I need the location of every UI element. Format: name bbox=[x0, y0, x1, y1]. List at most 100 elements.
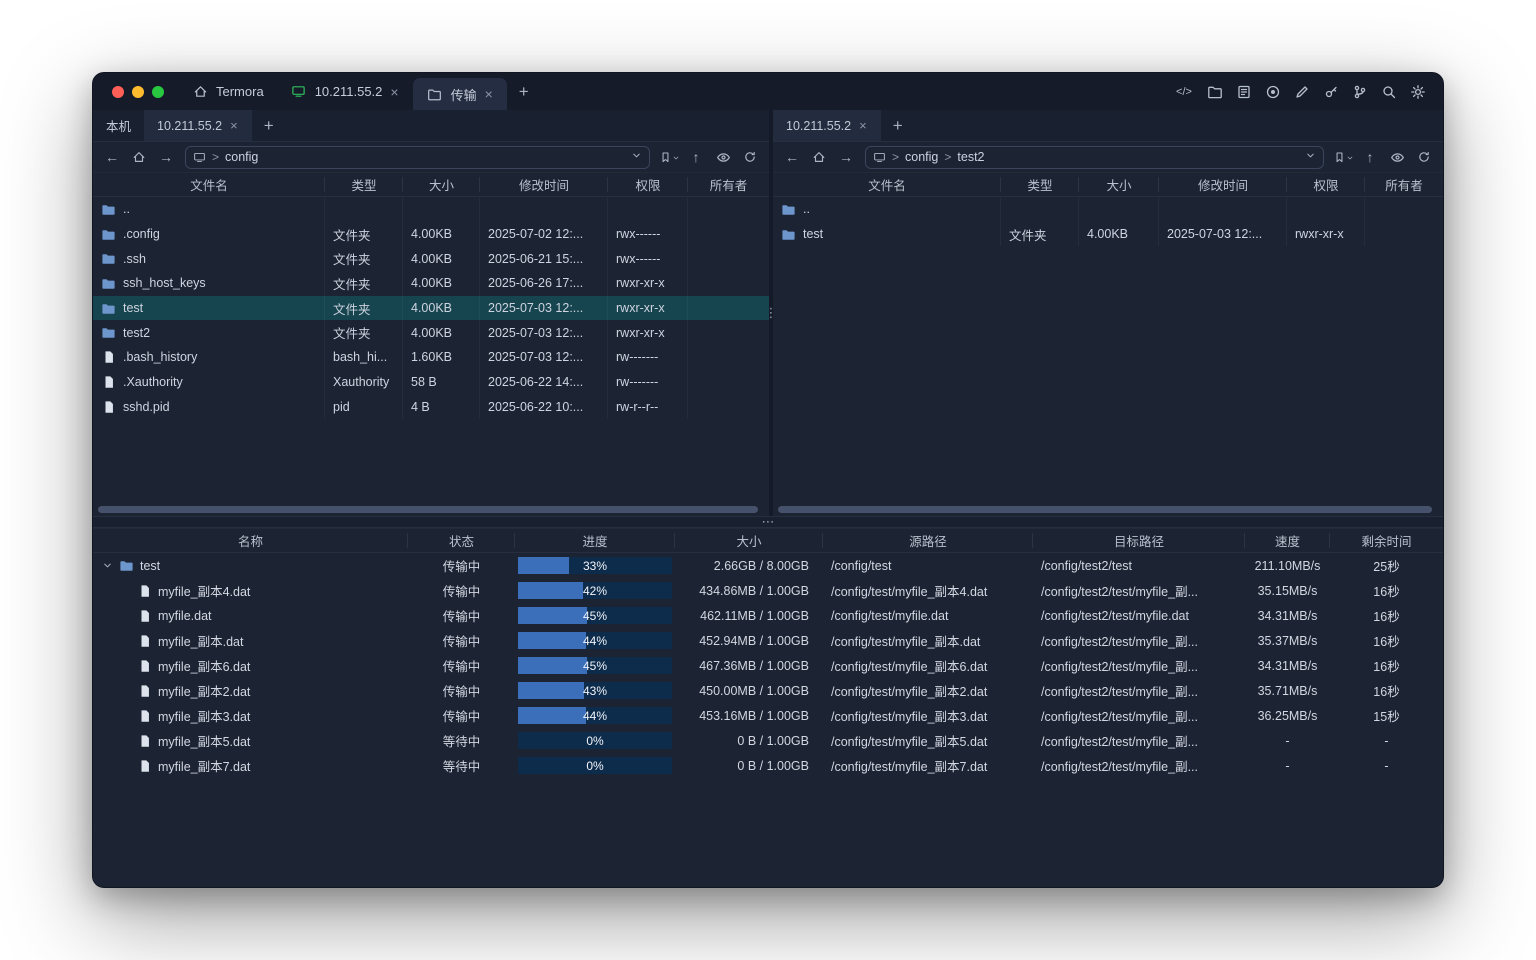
refresh-button[interactable] bbox=[1412, 146, 1436, 168]
left-path-breadcrumb[interactable]: > config bbox=[185, 146, 650, 169]
settings-gear-icon[interactable] bbox=[1409, 83, 1427, 101]
tab-remote-host[interactable]: 10.211.55.2 × bbox=[144, 110, 252, 141]
column-header-eta[interactable]: 剩余时间 bbox=[1330, 529, 1443, 552]
new-pane-tab-button[interactable]: + bbox=[881, 110, 915, 141]
column-header-name[interactable]: 文件名 bbox=[773, 173, 1001, 196]
git-branch-icon[interactable] bbox=[1351, 83, 1369, 101]
key-icon[interactable] bbox=[1322, 83, 1340, 101]
close-icon[interactable]: × bbox=[389, 85, 399, 99]
transfer-row[interactable]: test 传输中 33% 2.66GB / 8.00GB /config/tes… bbox=[93, 553, 1443, 578]
tab-host-10-211-55-2[interactable]: 10.211.55.2 × bbox=[277, 73, 413, 110]
tab-local[interactable]: 本机 bbox=[93, 110, 144, 141]
log-icon[interactable] bbox=[1235, 83, 1253, 101]
up-directory-button[interactable]: ↑ bbox=[1358, 146, 1382, 168]
column-header-mtime[interactable]: 修改时间 bbox=[1159, 173, 1287, 196]
transfer-row[interactable]: myfile_副本.dat 传输中 44% 452.94MB / 1.00GB … bbox=[93, 628, 1443, 653]
right-path-breadcrumb[interactable]: > config > test2 bbox=[865, 146, 1324, 169]
tab-termora-home[interactable]: Termora bbox=[178, 73, 277, 110]
file-row[interactable]: test2 文件夹 4.00KB 2025-07-03 12:... rwxr-… bbox=[93, 320, 769, 345]
forward-button[interactable]: → bbox=[834, 146, 858, 168]
transfer-row[interactable]: myfile_副本4.dat 传输中 42% 434.86MB / 1.00GB… bbox=[93, 578, 1443, 603]
collapse-chevron-icon[interactable] bbox=[101, 560, 113, 572]
file-row[interactable]: .. bbox=[93, 197, 769, 222]
column-header-target[interactable]: 目标路径 bbox=[1033, 529, 1245, 552]
column-header-status[interactable]: 状态 bbox=[408, 529, 515, 552]
horizontal-splitter[interactable]: ⋯ bbox=[93, 516, 1443, 528]
transfer-row[interactable]: myfile_副本7.dat 等待中 0% 0 B / 1.00GB /conf… bbox=[93, 753, 1443, 778]
edit-icon[interactable] bbox=[1293, 83, 1311, 101]
forward-button[interactable]: → bbox=[154, 146, 178, 168]
column-header-size[interactable]: 大小 bbox=[1079, 173, 1159, 196]
home-button[interactable] bbox=[807, 146, 831, 168]
back-button[interactable]: ← bbox=[100, 146, 124, 168]
transfer-row[interactable]: myfile_副本6.dat 传输中 45% 467.36MB / 1.00GB… bbox=[93, 653, 1443, 678]
breadcrumb-segment[interactable]: config bbox=[905, 150, 938, 164]
file-row[interactable]: .. bbox=[773, 197, 1443, 222]
file-row[interactable]: sshd.pid pid 4 B 2025-06-22 10:... rw-r-… bbox=[93, 395, 769, 420]
file-row[interactable]: .bash_history bash_hi... 1.60KB 2025-07-… bbox=[93, 345, 769, 370]
up-directory-button[interactable]: ↑ bbox=[684, 146, 708, 168]
column-header-progress[interactable]: 进度 bbox=[515, 529, 675, 552]
column-header-mtime[interactable]: 修改时间 bbox=[480, 173, 608, 196]
scrollbar-thumb[interactable] bbox=[778, 506, 1432, 513]
column-header-name[interactable]: 名称 bbox=[93, 529, 408, 552]
column-header-size[interactable]: 大小 bbox=[675, 529, 823, 552]
left-horizontal-scrollbar[interactable] bbox=[96, 505, 766, 514]
home-button[interactable] bbox=[127, 146, 151, 168]
show-hidden-eye-button[interactable] bbox=[1385, 146, 1409, 168]
close-icon[interactable]: × bbox=[229, 119, 239, 132]
file-perm bbox=[1287, 197, 1365, 222]
transfer-row[interactable]: myfile.dat 传输中 45% 462.11MB / 1.00GB /co… bbox=[93, 603, 1443, 628]
search-icon[interactable] bbox=[1380, 83, 1398, 101]
breadcrumb-segment[interactable]: config bbox=[225, 150, 258, 164]
transfer-row[interactable]: myfile_副本3.dat 传输中 44% 453.16MB / 1.00GB… bbox=[93, 703, 1443, 728]
column-header-speed[interactable]: 速度 bbox=[1245, 529, 1330, 552]
folder-icon[interactable] bbox=[1206, 83, 1224, 101]
refresh-button[interactable] bbox=[738, 146, 762, 168]
column-header-name[interactable]: 文件名 bbox=[93, 173, 325, 196]
file-row[interactable]: .config 文件夹 4.00KB 2025-07-02 12:... rwx… bbox=[93, 222, 769, 247]
transfer-row[interactable]: myfile_副本5.dat 等待中 0% 0 B / 1.00GB /conf… bbox=[93, 728, 1443, 753]
column-header-owner[interactable]: 所有者 bbox=[688, 173, 769, 196]
file-row[interactable]: test 文件夹 4.00KB 2025-07-03 12:... rwxr-x… bbox=[773, 222, 1443, 247]
column-header-type[interactable]: 类型 bbox=[1001, 173, 1079, 196]
column-header-size[interactable]: 大小 bbox=[403, 173, 480, 196]
column-header-source[interactable]: 源路径 bbox=[823, 529, 1033, 552]
tab-transfer[interactable]: 传输 × bbox=[413, 78, 507, 110]
transfer-name: test bbox=[140, 559, 160, 573]
breadcrumb-segment[interactable]: test2 bbox=[957, 150, 984, 164]
file-row-selected[interactable]: test 文件夹 4.00KB 2025-07-03 12:... rwxr-x… bbox=[93, 296, 769, 321]
file-row[interactable]: .ssh 文件夹 4.00KB 2025-06-21 15:... rwx---… bbox=[93, 246, 769, 271]
transfer-target: /config/test2/test/myfile_副... bbox=[1033, 678, 1245, 703]
column-header-owner[interactable]: 所有者 bbox=[1365, 173, 1443, 196]
minimize-window-button[interactable] bbox=[132, 86, 144, 98]
back-button[interactable]: ← bbox=[780, 146, 804, 168]
show-hidden-eye-button[interactable] bbox=[711, 146, 735, 168]
bookmark-button[interactable] bbox=[1331, 146, 1355, 168]
scrollbar-thumb[interactable] bbox=[98, 506, 758, 513]
new-pane-tab-button[interactable]: + bbox=[252, 110, 286, 141]
code-icon[interactable]: </> bbox=[1173, 83, 1195, 101]
close-icon[interactable]: × bbox=[858, 119, 868, 132]
record-icon[interactable] bbox=[1264, 83, 1282, 101]
transfer-row[interactable]: myfile_副本2.dat 传输中 43% 450.00MB / 1.00GB… bbox=[93, 678, 1443, 703]
file-type: Xauthority bbox=[325, 370, 403, 395]
new-tab-button[interactable]: + bbox=[507, 73, 541, 110]
transfer-source: /config/test bbox=[823, 553, 1033, 578]
transfer-target: /config/test2/test/myfile_副... bbox=[1033, 628, 1245, 653]
column-header-perm[interactable]: 权限 bbox=[1287, 173, 1365, 196]
close-icon[interactable]: × bbox=[484, 87, 494, 101]
transfer-speed: 35.37MB/s bbox=[1245, 628, 1330, 653]
file-row[interactable]: ssh_host_keys 文件夹 4.00KB 2025-06-26 17:.… bbox=[93, 271, 769, 296]
chevron-down-icon[interactable] bbox=[631, 150, 642, 164]
file-row[interactable]: .Xauthority Xauthority 58 B 2025-06-22 1… bbox=[93, 370, 769, 395]
zoom-window-button[interactable] bbox=[152, 86, 164, 98]
tab-remote-host[interactable]: 10.211.55.2 × bbox=[773, 110, 881, 141]
column-header-perm[interactable]: 权限 bbox=[608, 173, 688, 196]
close-window-button[interactable] bbox=[112, 86, 124, 98]
file-mtime: 2025-06-26 17:... bbox=[480, 271, 608, 296]
right-horizontal-scrollbar[interactable] bbox=[776, 505, 1440, 514]
bookmark-button[interactable] bbox=[657, 146, 681, 168]
column-header-type[interactable]: 类型 bbox=[325, 173, 403, 196]
chevron-down-icon[interactable] bbox=[1305, 150, 1316, 164]
